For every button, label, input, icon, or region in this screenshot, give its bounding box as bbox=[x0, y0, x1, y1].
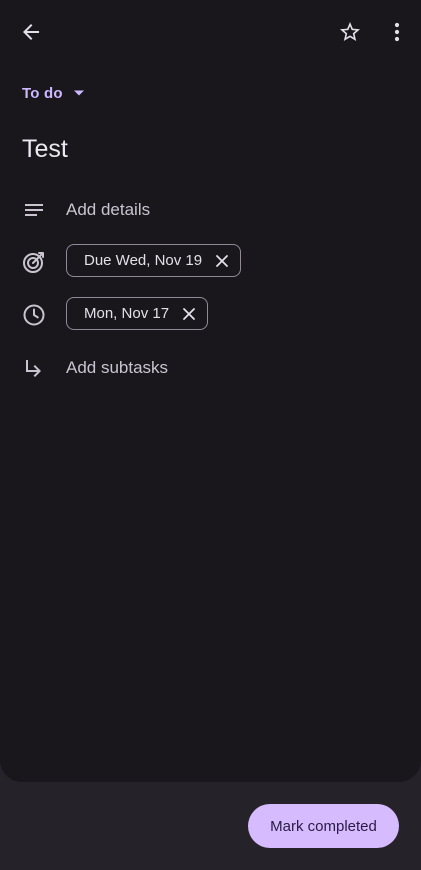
task-detail-screen: To do Test Add details Due Wed, Nov 19 M… bbox=[0, 0, 421, 870]
more-options-button[interactable] bbox=[377, 12, 417, 52]
subdirectory-arrow-icon bbox=[26, 360, 41, 377]
more-vert-icon bbox=[394, 22, 400, 42]
arrow-left-icon bbox=[23, 24, 39, 40]
reminder-row: Mon, Nov 17 bbox=[0, 295, 421, 335]
subtasks-row: Add subtasks bbox=[0, 348, 421, 388]
remove-due-date-button[interactable] bbox=[214, 253, 230, 269]
task-sheet: To do Test Add details Due Wed, Nov 19 M… bbox=[0, 0, 421, 782]
close-icon bbox=[183, 307, 195, 320]
star-outline-icon bbox=[340, 22, 360, 41]
task-title[interactable]: Test bbox=[22, 132, 68, 166]
target-icon bbox=[23, 252, 44, 273]
add-subtasks-button[interactable]: Add subtasks bbox=[66, 357, 168, 379]
due-date-row: Due Wed, Nov 19 bbox=[0, 242, 421, 282]
list-selector[interactable]: To do bbox=[22, 82, 85, 104]
clock-icon bbox=[23, 304, 45, 326]
close-icon bbox=[216, 254, 229, 267]
list-name: To do bbox=[22, 84, 63, 102]
mark-completed-button[interactable]: Mark completed bbox=[248, 804, 399, 848]
due-date-chip[interactable]: Due Wed, Nov 19 bbox=[66, 244, 242, 277]
add-details-field[interactable]: Add details bbox=[66, 199, 150, 221]
details-row: Add details bbox=[0, 190, 421, 230]
back-button[interactable] bbox=[11, 12, 51, 52]
reminder-chip[interactable]: Mon, Nov 17 bbox=[66, 297, 209, 330]
notes-icon bbox=[25, 204, 43, 216]
remove-reminder-button[interactable] bbox=[181, 306, 197, 322]
due-date-label: Due Wed, Nov 19 bbox=[84, 251, 203, 269]
dropdown-arrow-icon bbox=[73, 90, 84, 96]
star-button[interactable] bbox=[330, 12, 370, 52]
reminder-label: Mon, Nov 17 bbox=[84, 304, 170, 322]
